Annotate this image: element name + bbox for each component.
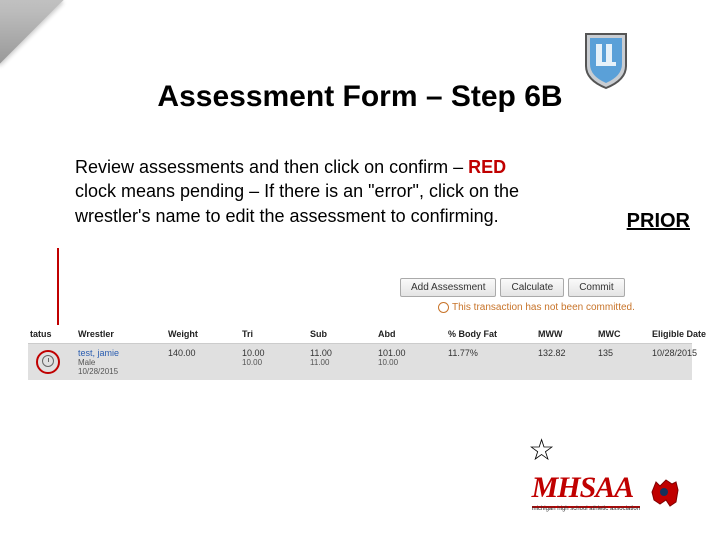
sub-cell: 11.00 11.00 — [310, 348, 378, 376]
page-title: Assessment Form – Step 6B — [0, 80, 720, 114]
instruction-part2: clock means pending – If there is an "er… — [75, 181, 519, 225]
col-tri: Tri — [242, 329, 310, 339]
abd-val1: 101.00 — [378, 348, 448, 358]
clock-icon — [438, 302, 449, 313]
commit-button[interactable]: Commit — [568, 278, 624, 297]
col-status: tatus — [30, 329, 78, 339]
commit-note-text: This transaction has not been committed. — [452, 302, 635, 313]
col-bodyfat: % Body Fat — [448, 329, 538, 339]
mhsaa-text: MHSAA — [532, 471, 640, 508]
bodyfat-cell: 11.77% — [448, 348, 538, 376]
tri-cell: 10.00 10.00 — [242, 348, 310, 376]
wrestler-gender: Male — [78, 358, 168, 367]
abd-val2: 10.00 — [378, 358, 448, 367]
red-emphasis: RED — [468, 157, 506, 177]
col-mww: MWW — [538, 329, 598, 339]
calculate-button[interactable]: Calculate — [500, 278, 564, 297]
mww-cell: 132.82 — [538, 348, 598, 376]
sub-val1: 11.00 — [310, 348, 378, 358]
col-weight: Weight — [168, 329, 242, 339]
wrestler-cell: test, jamie Male 10/28/2015 — [78, 348, 168, 376]
col-sub: Sub — [310, 329, 378, 339]
instruction-text: Review assessments and then click on con… — [75, 155, 550, 228]
action-buttons-row: Add Assessment Calculate Commit — [400, 278, 625, 297]
assessment-table: tatus Wrestler Weight Tri Sub Abd % Body… — [28, 325, 692, 380]
wrestler-date: 10/28/2015 — [78, 367, 168, 376]
col-wrestler: Wrestler — [78, 329, 168, 339]
corner-decoration — [0, 0, 64, 64]
mhsaa-subtitle: michigan high school athletic associatio… — [532, 506, 640, 512]
mhsaa-logo: MHSAA michigan high school athletic asso… — [532, 471, 682, 512]
prior-label: PRIOR — [627, 210, 690, 233]
tri-val1: 10.00 — [242, 348, 310, 358]
mwc-cell: 135 — [598, 348, 652, 376]
add-assessment-button[interactable]: Add Assessment — [400, 278, 496, 297]
commit-status-note: This transaction has not been committed. — [438, 302, 635, 313]
table-header-row: tatus Wrestler Weight Tri Sub Abd % Body… — [28, 325, 692, 344]
michigan-icon — [646, 474, 682, 510]
red-circle-highlight — [36, 350, 60, 374]
col-eligible: Eligible Date — [652, 329, 720, 339]
weight-cell: 140.00 — [168, 348, 242, 376]
wrestler-name-link[interactable]: test, jamie — [78, 348, 168, 358]
table-row: test, jamie Male 10/28/2015 140.00 10.00… — [28, 344, 692, 380]
star-icon: ☆ — [528, 433, 555, 468]
abd-cell: 101.00 10.00 — [378, 348, 448, 376]
instruction-part1: Review assessments and then click on con… — [75, 157, 468, 177]
eligible-cell: 10/28/2015 — [652, 348, 720, 376]
tri-val2: 10.00 — [242, 358, 310, 367]
sub-val2: 11.00 — [310, 358, 378, 367]
status-cell — [30, 348, 78, 376]
col-mwc: MWC — [598, 329, 652, 339]
col-abd: Abd — [378, 329, 448, 339]
